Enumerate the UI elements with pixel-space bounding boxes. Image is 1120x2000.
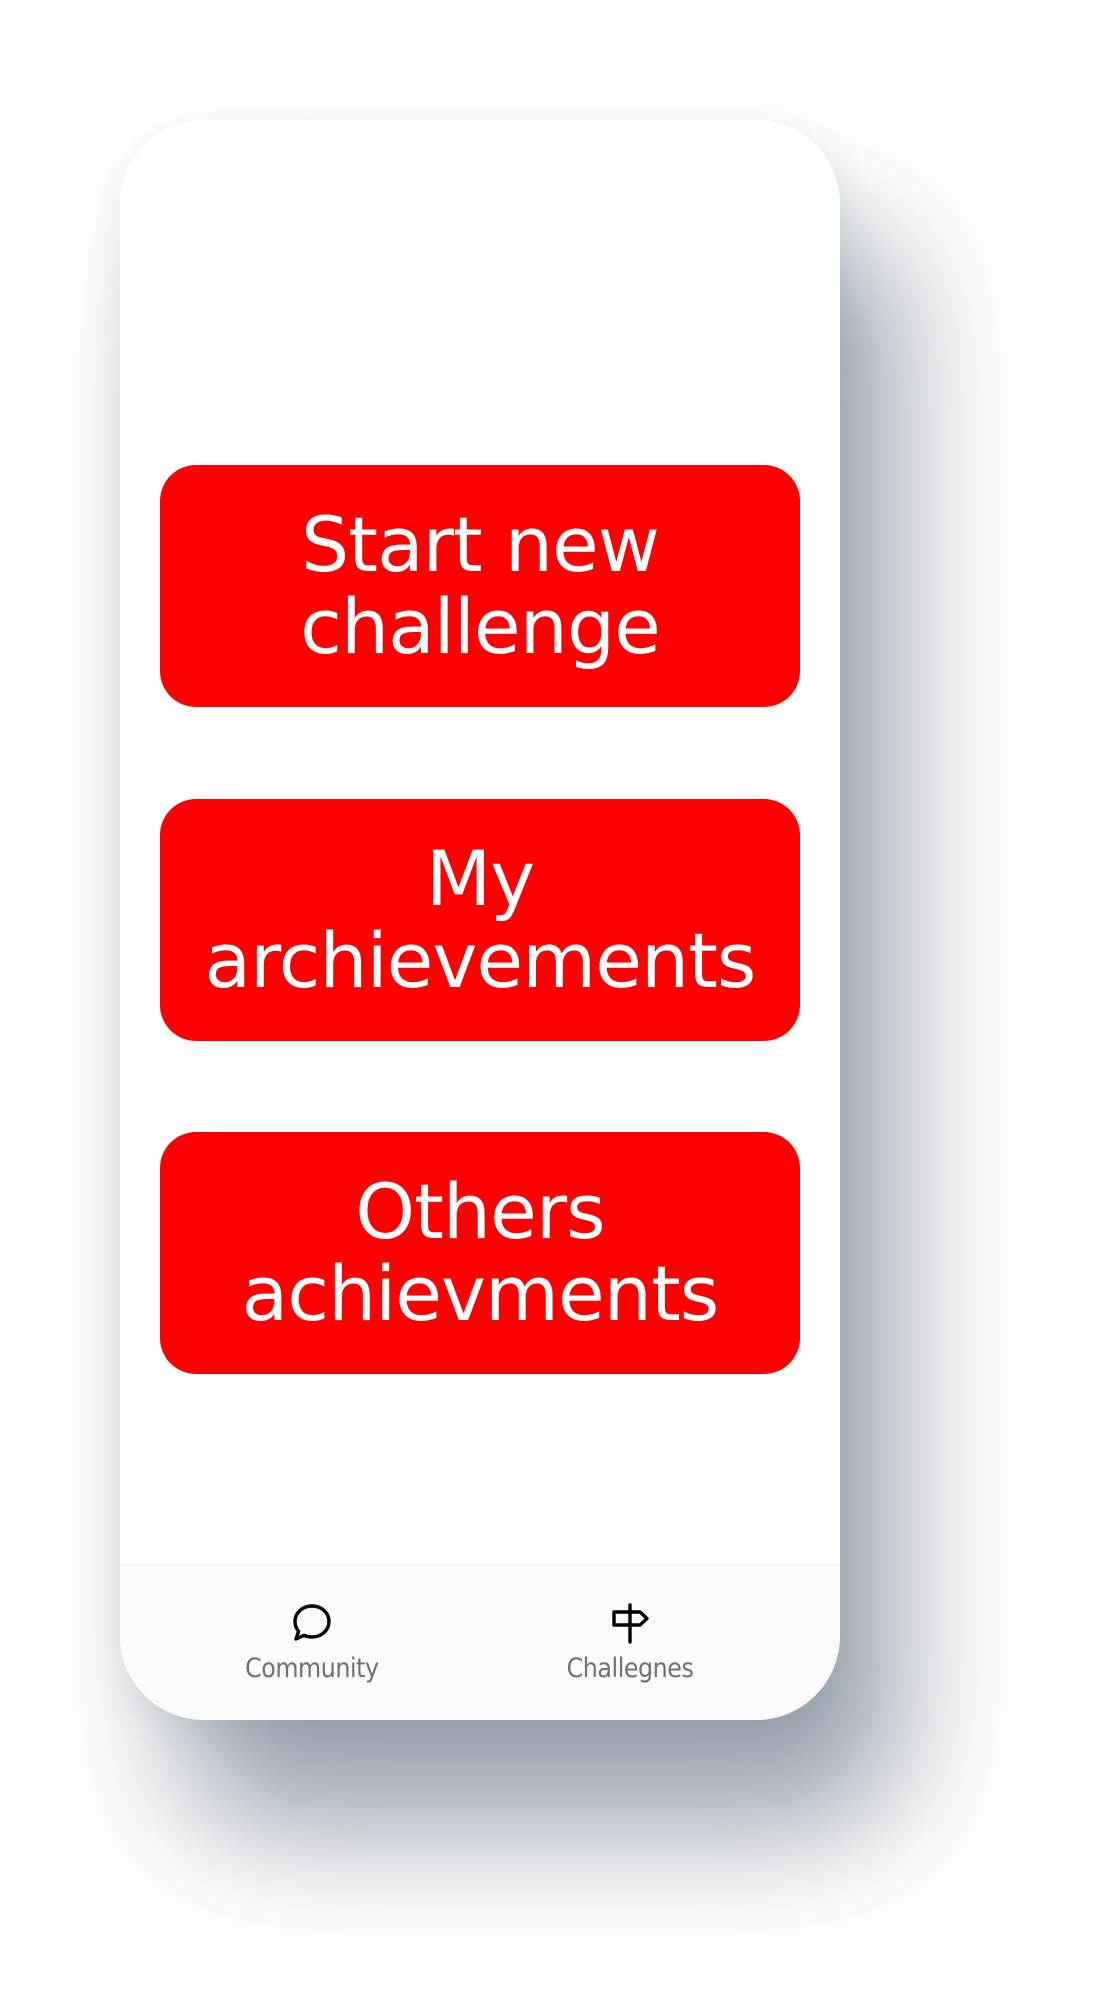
my-achievements-label: My archievements — [204, 834, 756, 1005]
start-new-challenge-button[interactable]: Start new challenge — [160, 465, 800, 707]
my-achievements-button[interactable]: My archievements — [160, 799, 800, 1041]
tab-community[interactable]: Community — [212, 1601, 412, 1701]
phone-frame: Start new challenge My archievements Oth… — [120, 120, 840, 1720]
others-achievements-button[interactable]: Others achievments — [160, 1132, 800, 1374]
home-screen: Start new challenge My archievements Oth… — [120, 120, 840, 1564]
tab-community-label: Community — [245, 1653, 379, 1684]
signpost-icon — [612, 1603, 649, 1644]
canvas: Start new challenge My archievements Oth… — [0, 0, 1120, 2000]
tab-challenges-label: Challegnes — [566, 1653, 694, 1684]
others-achievements-label: Others achievments — [241, 1167, 720, 1338]
start-new-challenge-label: Start new challenge — [300, 500, 661, 671]
tab-challenges[interactable]: Challegnes — [530, 1601, 730, 1701]
chat-bubble-icon — [293, 1604, 331, 1641]
bottom-tab-bar: Community Challegnes — [120, 1564, 840, 1720]
